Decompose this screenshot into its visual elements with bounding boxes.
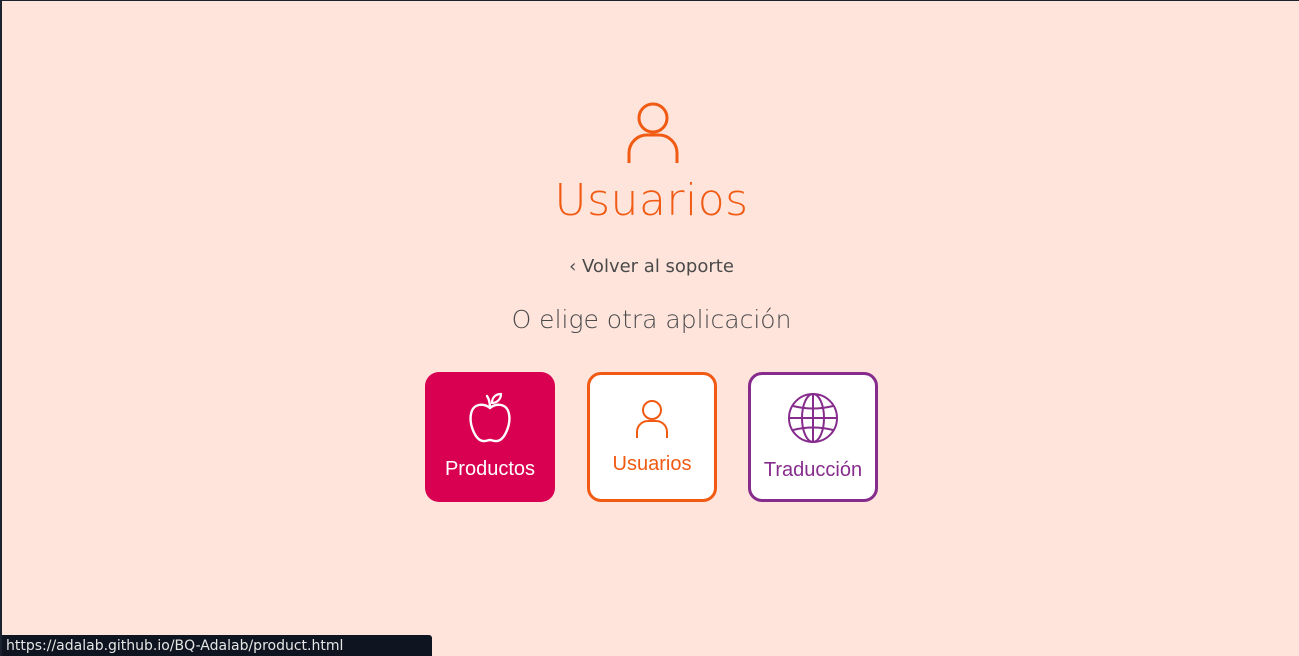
page: Usuarios ‹ Volver al soporte O elige otr… xyxy=(0,0,1299,656)
app-card-productos[interactable]: Productos xyxy=(425,372,555,502)
page-title: Usuarios xyxy=(554,175,749,226)
app-card-usuarios[interactable]: Usuarios xyxy=(587,372,717,502)
app-card-label: Usuarios xyxy=(612,453,692,475)
app-card-label: Traducción xyxy=(763,459,863,481)
app-card-traduccion[interactable]: Traducción xyxy=(748,372,878,502)
back-to-support-link[interactable]: ‹ Volver al soporte xyxy=(2,254,1299,280)
user-icon xyxy=(627,102,679,163)
user-icon xyxy=(636,400,668,438)
choose-app-heading: O elige otra aplicación xyxy=(511,305,792,334)
globe-icon xyxy=(788,393,838,443)
link-preview-status-bar: https://adalab.github.io/BQ-Adalab/produ… xyxy=(2,635,432,656)
apple-icon xyxy=(469,392,511,443)
app-card-label: Productos xyxy=(444,458,536,480)
